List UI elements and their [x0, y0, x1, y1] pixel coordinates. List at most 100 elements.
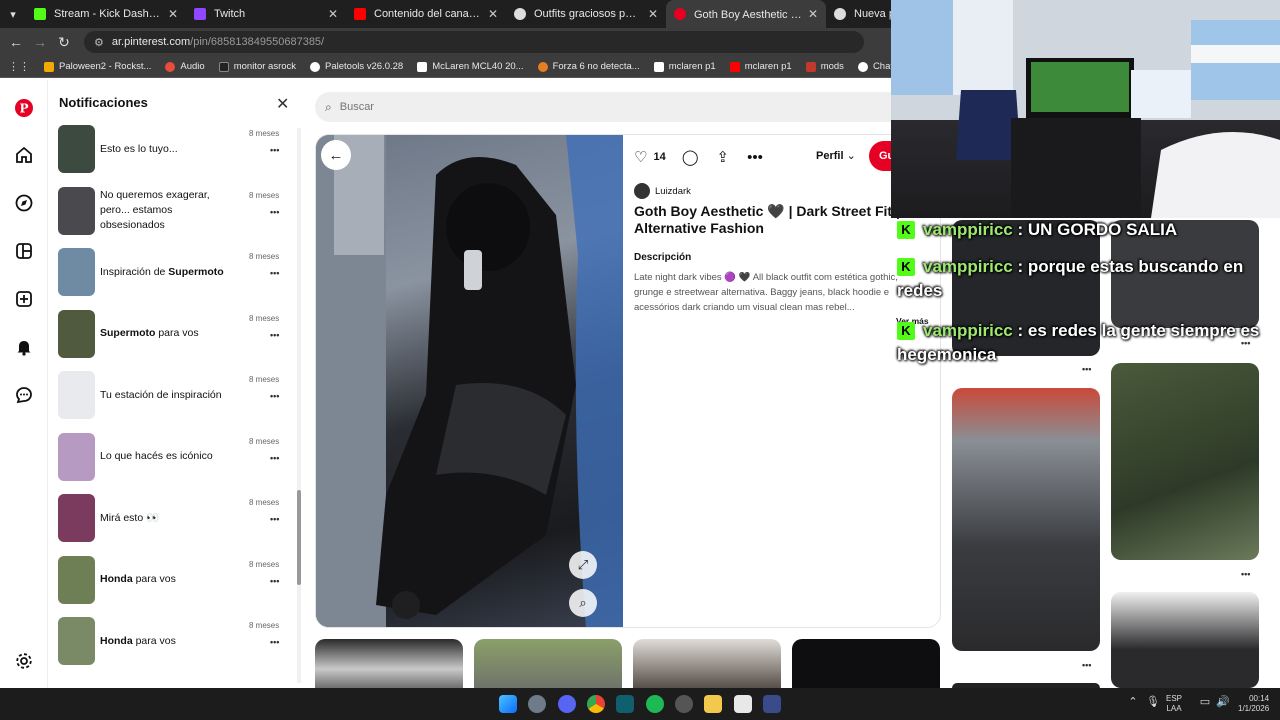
terminal-icon[interactable]	[616, 695, 634, 713]
more-options-icon[interactable]: •••	[270, 391, 279, 401]
back-icon[interactable]: ←	[4, 34, 28, 50]
related-pin[interactable]	[952, 388, 1100, 651]
related-pin[interactable]	[315, 639, 463, 688]
webcam-scene	[891, 0, 1280, 218]
start-icon[interactable]	[499, 695, 517, 713]
comment-icon[interactable]: ◯	[682, 148, 699, 166]
more-options-icon[interactable]: •••	[270, 268, 279, 278]
related-pin[interactable]	[1111, 592, 1259, 688]
forward-icon[interactable]: →	[28, 34, 52, 50]
scrollbar-thumb[interactable]	[297, 490, 301, 585]
notification-keyword: Supermoto	[100, 327, 156, 339]
discord-icon[interactable]	[558, 695, 576, 713]
tab-outfits[interactable]: Outfits graciosos para stream ✕	[506, 0, 666, 28]
spotify-icon[interactable]	[646, 695, 664, 713]
more-options-icon[interactable]: •••	[1082, 660, 1091, 670]
related-pin[interactable]	[633, 639, 781, 688]
url-input[interactable]: ⚙ ar.pinterest.com/pin/68581384955068738…	[84, 31, 864, 53]
folder-icon[interactable]	[704, 695, 722, 713]
close-icon[interactable]: ✕	[808, 7, 818, 21]
pin-image[interactable]: ← ⤢ ⌕	[316, 135, 623, 627]
bookmark-icon	[537, 61, 548, 72]
reload-icon[interactable]: ↻	[52, 34, 76, 51]
clock[interactable]: 00:14 1/1/2026	[1238, 694, 1269, 714]
notification-item[interactable]: Supermoto para vos 8 meses •••	[58, 309, 283, 360]
chat-text: : UN GORDO SALIA	[1012, 220, 1178, 239]
apps-icon[interactable]: ⋮⋮	[8, 60, 30, 73]
more-options-icon[interactable]: •••	[270, 330, 279, 340]
create-icon[interactable]	[12, 287, 36, 311]
bookmark-item[interactable]: Paletools v26.0.28	[310, 61, 403, 72]
close-icon[interactable]: ✕	[328, 7, 338, 21]
notification-item[interactable]: No queremos exagerar, pero... estamos ob…	[58, 186, 283, 237]
chat-message: Kvamppiricc : es redes la gente siempre …	[897, 319, 1277, 367]
bookmark-item[interactable]: Paloween2 - Rockst...	[44, 61, 151, 72]
notification-item[interactable]: Lo que hacés es icónico 8 meses •••	[58, 432, 283, 483]
steam-icon[interactable]	[675, 695, 693, 713]
bookmark-label: mods	[820, 61, 844, 72]
notification-item[interactable]: Esto es lo tuyo... 8 meses •••	[58, 125, 283, 175]
avatar	[634, 183, 650, 199]
bookmark-item[interactable]: McLaren MCL40 20...	[417, 61, 524, 72]
close-icon[interactable]: ✕	[168, 7, 178, 21]
tab-search-icon[interactable]: ▾	[0, 0, 26, 28]
network-icon[interactable]: ▭	[1196, 695, 1214, 713]
more-options-icon[interactable]: •••	[270, 514, 279, 524]
more-options-icon[interactable]: •••	[270, 637, 279, 647]
explore-icon[interactable]	[12, 191, 36, 215]
close-icon[interactable]: ✕	[488, 7, 498, 21]
tab-twitch[interactable]: Twitch ✕	[186, 0, 346, 28]
volume-icon[interactable]: 🔊	[1214, 695, 1232, 713]
pin-author[interactable]: Luizdark	[634, 183, 691, 199]
bookmark-item[interactable]: Audio	[165, 61, 205, 72]
site-info-icon[interactable]: ⚙	[94, 36, 104, 49]
settings-icon[interactable]	[528, 695, 546, 713]
bookmark-item[interactable]: monitor asrock	[218, 61, 296, 72]
keyboard-language[interactable]: ESP LAA	[1166, 694, 1182, 714]
messages-icon[interactable]	[12, 383, 36, 407]
notification-time: 8 meses	[249, 190, 280, 200]
more-options-icon[interactable]: •••	[1241, 569, 1250, 579]
notification-item[interactable]: Inspiración de Supermoto 8 meses •••	[58, 248, 283, 298]
close-icon[interactable]: ✕	[648, 7, 658, 21]
expand-icon[interactable]: ⤢	[569, 551, 597, 579]
bookmark-item[interactable]: Forza 6 no detecta...	[537, 61, 640, 72]
back-arrow-icon[interactable]: ←	[321, 140, 351, 170]
related-pin[interactable]	[792, 639, 940, 688]
more-options-icon[interactable]: •••	[270, 576, 279, 586]
heart-icon[interactable]: ♡	[634, 148, 647, 166]
bookmark-item[interactable]: mclaren p1	[653, 61, 716, 72]
bell-icon[interactable]	[12, 335, 36, 359]
related-pin[interactable]	[474, 639, 622, 688]
more-options-icon[interactable]: •••	[270, 207, 279, 217]
share-icon[interactable]: ⇪	[717, 148, 730, 166]
tab-youtube[interactable]: Contenido del canal - YouTube ✕	[346, 0, 506, 28]
search-icon: ⌕	[325, 99, 332, 114]
app-icon[interactable]	[763, 695, 781, 713]
close-icon[interactable]: ✕	[276, 94, 289, 114]
tab-kick[interactable]: Stream - Kick Dashboard ✕	[26, 0, 186, 28]
bookmark-item[interactable]: mods	[805, 61, 844, 72]
related-pin[interactable]	[1111, 363, 1259, 560]
microphone-icon[interactable]: 🎙	[1144, 695, 1162, 713]
tab-pinterest[interactable]: Goth Boy Aesthetic 🖤 | Dark S ✕	[666, 0, 826, 28]
boards-icon[interactable]	[12, 239, 36, 263]
chrome-icon[interactable]	[587, 695, 605, 713]
store-icon[interactable]	[734, 695, 752, 713]
notification-item[interactable]: Mirá esto 👀 8 meses •••	[58, 494, 283, 544]
notification-item[interactable]: Tu estación de inspiración 8 meses •••	[58, 371, 283, 421]
settings-icon[interactable]	[12, 649, 36, 673]
more-options-icon[interactable]: •••	[747, 149, 763, 166]
notification-item[interactable]: Honda para vos 8 meses •••	[58, 617, 283, 667]
chevron-up-icon[interactable]: ⌃	[1124, 695, 1142, 713]
bookmark-item[interactable]: mclaren p1	[729, 61, 792, 72]
board-select[interactable]: Perfil ⌄	[816, 149, 856, 162]
visual-search-icon[interactable]: ⌕	[569, 589, 597, 617]
home-icon[interactable]	[12, 143, 36, 167]
pinterest-logo-icon[interactable]: P	[12, 96, 36, 120]
notification-item[interactable]: Honda para vos 8 meses •••	[58, 555, 283, 606]
scrollbar[interactable]	[297, 128, 301, 683]
more-options-icon[interactable]: •••	[270, 145, 279, 155]
search-input[interactable]: ⌕ Buscar	[315, 92, 915, 122]
more-options-icon[interactable]: •••	[270, 453, 279, 463]
